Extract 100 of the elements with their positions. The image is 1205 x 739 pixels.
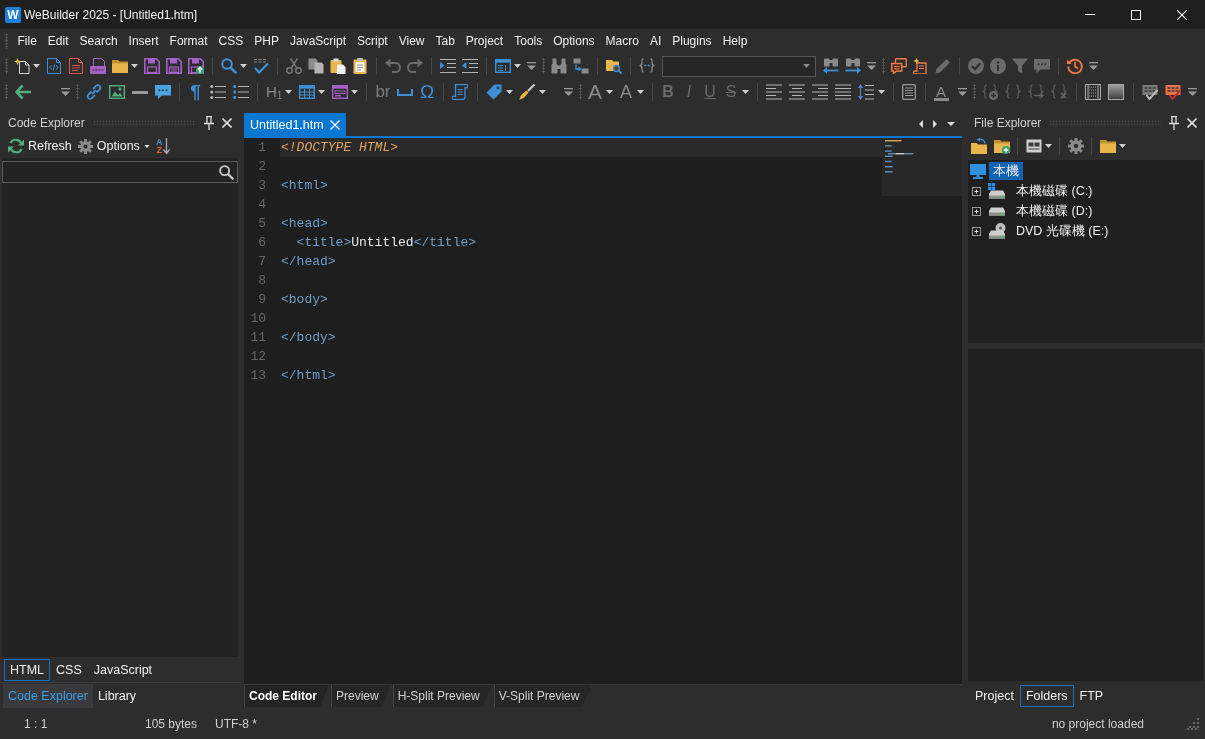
caret-icon[interactable] [803, 64, 810, 68]
dropdown-field[interactable] [662, 55, 816, 77]
menu-item[interactable]: Search [74, 31, 124, 51]
caret-icon[interactable] [741, 90, 749, 94]
menu-item[interactable]: Macro [600, 31, 645, 51]
tag-icon[interactable] [486, 84, 503, 100]
search-icon[interactable] [219, 164, 234, 180]
caret-icon[interactable] [514, 64, 521, 68]
gradient-square-icon[interactable] [1108, 84, 1125, 100]
view-tab[interactable]: V-Split Preview [493, 685, 592, 707]
pin-icon[interactable] [1169, 115, 1179, 130]
folder-add-icon[interactable] [993, 138, 1010, 154]
menu-item[interactable]: Help [717, 31, 753, 51]
tree-item[interactable]: 本機磁碟 (C:) [1012, 182, 1097, 200]
toolbar-overflow-icon[interactable] [61, 88, 70, 96]
panel-tab[interactable]: Folders [1019, 685, 1074, 707]
pilcrow-button[interactable]: ¶ [188, 82, 203, 102]
caret-icon[interactable] [636, 90, 644, 94]
back-arrow-icon[interactable] [14, 84, 31, 100]
window-layout-icon[interactable] [495, 58, 511, 74]
bulleted-list-icon[interactable] [209, 84, 226, 100]
caret-icon[interactable] [1119, 144, 1126, 148]
tree-item[interactable]: 本機 [989, 162, 1023, 180]
settings-icon[interactable] [1067, 138, 1084, 154]
scroll-right-icon[interactable] [933, 119, 937, 128]
chat-bubbles-icon[interactable] [891, 58, 907, 74]
options-button[interactable]: Options [77, 137, 150, 155]
menu-item[interactable]: CSS [213, 31, 249, 51]
caret-icon[interactable] [1045, 144, 1052, 148]
toolbar-overflow-icon[interactable] [957, 88, 967, 96]
tree-item[interactable]: DVD 光碟機 (E:) [1012, 222, 1113, 240]
form-icon[interactable] [331, 84, 348, 100]
refresh-button[interactable]: Refresh [8, 137, 72, 155]
grid-icon[interactable] [1085, 84, 1102, 100]
toolbar-overflow-icon[interactable] [563, 88, 573, 96]
align-right-icon[interactable] [812, 84, 829, 100]
align-justify-icon[interactable] [835, 84, 852, 100]
clipboard-icon[interactable] [352, 58, 368, 74]
spellcheck-icon[interactable] [253, 58, 269, 74]
close-icon[interactable] [1187, 117, 1197, 128]
search-icon[interactable] [221, 58, 237, 74]
menu-item[interactable]: Options [547, 31, 601, 51]
caret-icon[interactable] [351, 90, 359, 94]
table-icon[interactable] [298, 84, 315, 100]
stylesheet-check-icon[interactable] [1142, 84, 1159, 100]
menu-item[interactable]: Plugins [666, 31, 718, 51]
code-document-icon[interactable] [46, 58, 62, 74]
expand-toggle-icon[interactable] [972, 206, 981, 216]
caret-icon[interactable] [538, 90, 546, 94]
panel-tab[interactable]: Library [92, 684, 142, 708]
view-tab[interactable]: Preview [331, 685, 391, 707]
scroll-icon[interactable] [452, 84, 469, 100]
menu-item[interactable]: Tools [508, 31, 548, 51]
menu-item[interactable]: Script [351, 31, 394, 51]
space-icon[interactable] [397, 88, 414, 96]
folder-icon[interactable] [1099, 138, 1116, 154]
braces-arrow-icon[interactable] [1028, 84, 1045, 100]
paste-icon[interactable] [330, 58, 346, 74]
caret-icon[interactable] [33, 64, 40, 68]
expand-toggle-icon[interactable] [972, 226, 981, 236]
scissors-icon[interactable] [286, 58, 302, 74]
caret-icon[interactable] [240, 64, 247, 68]
menu-item[interactable]: Format [164, 31, 214, 51]
document-icon[interactable] [68, 58, 84, 74]
menu-item[interactable]: PHP [248, 31, 285, 51]
outdent-icon[interactable] [462, 58, 478, 74]
replace-icon[interactable] [573, 58, 589, 74]
toolbar-overflow-icon[interactable] [1089, 62, 1098, 70]
heading-button[interactable]: H$_{1}$ [266, 82, 283, 102]
close-icon[interactable] [222, 117, 232, 128]
language-tab[interactable]: JavaScript [87, 658, 159, 681]
toolbar-overflow-icon[interactable] [867, 62, 876, 70]
expand-toggle-icon[interactable] [972, 186, 981, 196]
comment-icon[interactable] [1034, 58, 1050, 74]
folder-up-icon[interactable] [970, 138, 987, 154]
copy-icon[interactable] [308, 58, 324, 74]
panel-tab[interactable]: FTP [1073, 685, 1110, 707]
align-center-icon[interactable] [789, 84, 806, 100]
check-circle-icon[interactable] [968, 58, 984, 74]
scroll-icon[interactable] [913, 58, 929, 74]
binoculars-arrow-icon[interactable] [823, 58, 839, 74]
link-icon[interactable] [85, 84, 102, 100]
history-icon[interactable] [1067, 58, 1083, 74]
floppy-disk-upload-icon[interactable] [188, 58, 204, 74]
font-button[interactable]: A [587, 82, 603, 102]
brush-icon[interactable] [519, 84, 536, 100]
caret-icon[interactable] [131, 64, 138, 68]
language-tab[interactable]: HTML [4, 658, 51, 681]
menu-item[interactable]: JavaScript [284, 31, 352, 51]
symbol-button[interactable]: Ω [419, 82, 435, 102]
font-effects-button[interactable]: A [618, 82, 634, 102]
speech-bubble-icon[interactable] [154, 84, 171, 100]
resize-grip-icon[interactable] [1187, 718, 1199, 730]
caret-icon[interactable] [877, 90, 885, 94]
sort-button[interactable]: A Z [155, 138, 171, 154]
line-spacing-icon[interactable] [858, 84, 875, 100]
view-tab[interactable]: Code Editor [244, 685, 329, 707]
maximize-icon[interactable] [1131, 9, 1141, 20]
info-icon[interactable] [990, 58, 1006, 74]
binoculars-icon[interactable] [551, 58, 567, 74]
